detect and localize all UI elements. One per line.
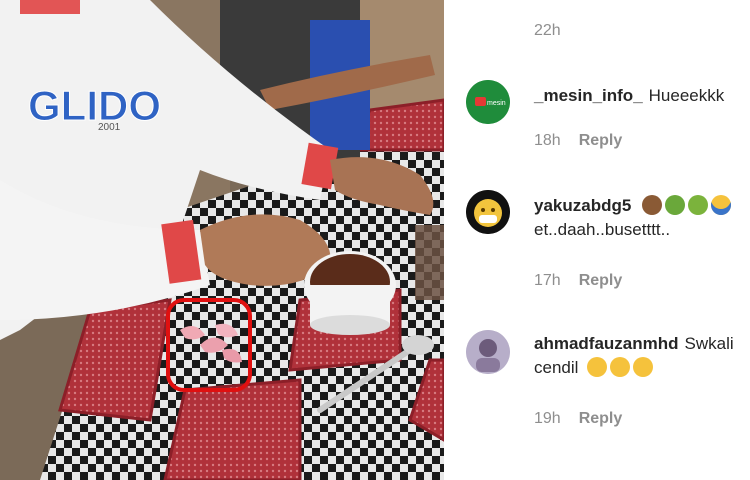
comment-time: 19h (534, 410, 561, 427)
comment-username[interactable]: yakuzabdg5 (534, 196, 631, 215)
shirt-logo: GLIDO (28, 82, 161, 129)
comment-time: 18h (534, 132, 561, 149)
comment-text: et..daah..busetttt.. (534, 220, 671, 239)
reply-button[interactable]: Reply (579, 272, 623, 289)
see-no-evil-monkey-icon (642, 195, 663, 215)
reply-button[interactable]: Reply (579, 132, 623, 149)
comment-time: 17h (534, 272, 561, 289)
comment-username[interactable]: _mesin_info_ (534, 86, 643, 105)
comment-username[interactable]: ahmadfauzanmhd (534, 334, 679, 353)
laughing-face-icon (610, 357, 631, 377)
comment-item: mesin _mesin_info_ Hueeekkk 18h Reply (444, 78, 750, 168)
reply-button[interactable]: Reply (579, 410, 623, 427)
comment-text-continued: cendil (534, 358, 579, 377)
avatar[interactable] (466, 190, 510, 234)
previous-comment-time: 22h (534, 22, 561, 39)
comment-item: ahmadfauzanmhd Swkali cendil 19h Reply (444, 326, 750, 446)
vomiting-face-icon (688, 195, 709, 215)
comment-text: Hueeekkk (648, 86, 725, 105)
comments-panel: 22h mesin _mesin_info_ Hueeekkk 18h Reply (444, 0, 750, 480)
screaming-face-icon (711, 195, 732, 215)
laughing-face-icon (587, 357, 608, 377)
avatar-text: mesin (487, 100, 506, 107)
comment-item: yakuzabdg5 et..daah..busetttt.. 17h Reply (444, 188, 750, 298)
shirt-subtext: 2001 (98, 122, 121, 133)
avatar[interactable] (466, 330, 510, 374)
comment-text: Swkali (684, 334, 734, 353)
video-photo: GLIDO 2001 (0, 0, 444, 480)
avatar[interactable]: mesin (466, 80, 510, 124)
nauseated-face-icon (665, 195, 686, 215)
laughing-face-icon (633, 357, 654, 377)
